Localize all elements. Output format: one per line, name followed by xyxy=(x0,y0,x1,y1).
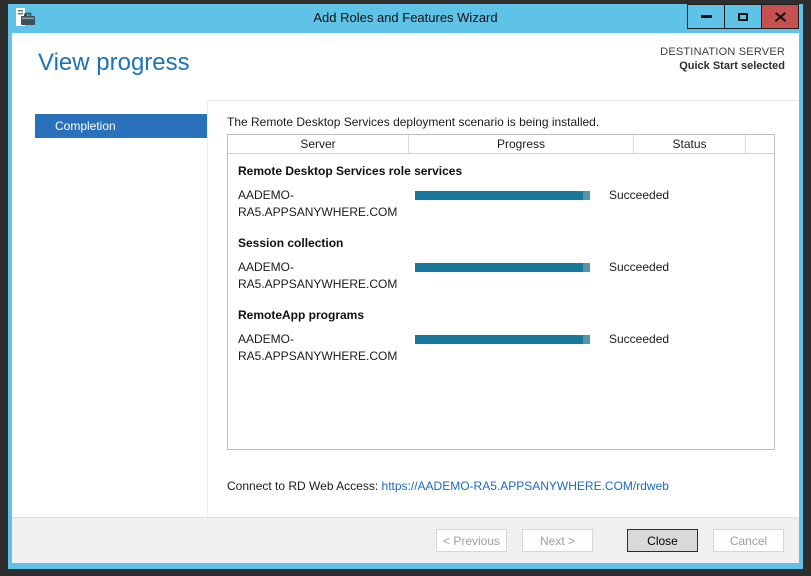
minimize-button[interactable] xyxy=(687,4,725,29)
button-bar: < Previous Next > Close Cancel xyxy=(12,517,799,563)
table-header-row: Server Progress Status xyxy=(228,135,774,154)
section-heading-remoteapp-programs: RemoteApp programs xyxy=(238,308,764,322)
rd-web-access-link[interactable]: https://AADEMO-RA5.APPSANYWHERE.COM/rdwe… xyxy=(382,479,669,493)
sidebar-nav: Completion xyxy=(12,101,208,517)
maximize-button[interactable] xyxy=(724,4,762,29)
progress-bar xyxy=(415,263,590,272)
install-description: The Remote Desktop Services deployment s… xyxy=(227,115,775,129)
rd-web-access-label: Connect to RD Web Access: xyxy=(227,479,382,493)
column-header-status: Status xyxy=(634,135,746,153)
header-divider xyxy=(208,100,799,101)
server-name: AADEMO-RA5.APPSANYWHERE.COM xyxy=(228,187,399,222)
table-row: AADEMO-RA5.APPSANYWHERE.COM Succeeded xyxy=(228,187,774,222)
column-header-server: Server xyxy=(228,135,409,153)
close-button[interactable]: Close xyxy=(627,529,698,552)
close-window-button[interactable] xyxy=(761,4,799,29)
wizard-window: Add Roles and Features Wizard View progr… xyxy=(8,4,803,569)
page-title: View progress xyxy=(38,49,190,77)
progress-cell xyxy=(399,187,600,222)
destination-server-block: DESTINATION SERVER Quick Start selected xyxy=(660,46,785,72)
window-title: Add Roles and Features Wizard xyxy=(8,10,803,25)
section-heading-role-services: Remote Desktop Services role services xyxy=(238,164,764,178)
window-controls xyxy=(688,4,799,29)
progress-bar xyxy=(415,191,590,200)
maximize-icon xyxy=(738,13,748,21)
body-area: Completion The Remote Desktop Services d… xyxy=(12,101,799,517)
previous-button[interactable]: < Previous xyxy=(436,529,507,552)
section-heading-session-collection: Session collection xyxy=(238,236,764,250)
destination-server-value: Quick Start selected xyxy=(660,60,785,72)
next-button[interactable]: Next > xyxy=(522,529,593,552)
close-icon xyxy=(774,11,787,22)
server-name: AADEMO-RA5.APPSANYWHERE.COM xyxy=(228,259,399,294)
main-pane: The Remote Desktop Services deployment s… xyxy=(208,101,799,517)
server-name: AADEMO-RA5.APPSANYWHERE.COM xyxy=(228,331,399,366)
table-row: AADEMO-RA5.APPSANYWHERE.COM Succeeded xyxy=(228,331,774,366)
status-text: Succeeded xyxy=(600,259,669,294)
status-text: Succeeded xyxy=(600,187,669,222)
column-header-extra xyxy=(746,135,774,153)
wizard-content: View progress DESTINATION SERVER Quick S… xyxy=(12,33,799,563)
progress-bar xyxy=(415,335,590,344)
column-header-progress: Progress xyxy=(409,135,634,153)
rd-web-access-line: Connect to RD Web Access: https://AADEMO… xyxy=(227,479,775,493)
progress-table: Server Progress Status Remote Desktop Se… xyxy=(227,134,775,450)
progress-cell xyxy=(399,259,600,294)
minimize-icon xyxy=(701,15,712,18)
page-header: View progress DESTINATION SERVER Quick S… xyxy=(12,33,799,101)
cancel-button[interactable]: Cancel xyxy=(713,529,784,552)
destination-server-label: DESTINATION SERVER xyxy=(660,46,785,58)
status-text: Succeeded xyxy=(600,331,669,366)
sidebar-item-completion[interactable]: Completion xyxy=(35,114,207,138)
table-row: AADEMO-RA5.APPSANYWHERE.COM Succeeded xyxy=(228,259,774,294)
table-body: Remote Desktop Services role services AA… xyxy=(228,164,774,365)
progress-cell xyxy=(399,331,600,366)
titlebar[interactable]: Add Roles and Features Wizard xyxy=(8,4,803,33)
